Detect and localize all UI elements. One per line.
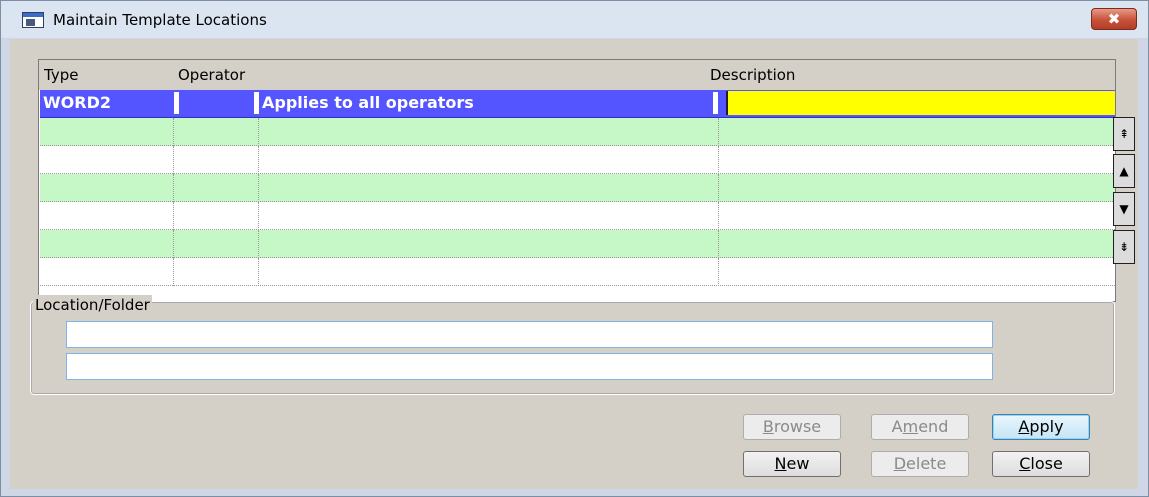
arrow-up-icon: ▲ (1119, 164, 1129, 178)
cell-operator[interactable] (180, 91, 252, 115)
column-header-operator: Operator (178, 66, 246, 84)
table-row[interactable] (40, 174, 1115, 202)
arrow-down-icon: ▼ (1119, 202, 1129, 216)
scroll-first-button[interactable]: ⇞ (1113, 117, 1135, 151)
table-row[interactable] (40, 118, 1115, 146)
cell-description[interactable] (726, 91, 1115, 115)
new-button[interactable]: New (743, 451, 841, 477)
double-chevron-up-icon: ⇞ (1118, 127, 1130, 141)
column-header-description: Description (710, 66, 796, 84)
dialog-window: Maintain Template Locations ✖ Type Opera… (0, 0, 1149, 497)
window-icon (22, 12, 44, 28)
cell-location[interactable]: Applies to all operators (262, 91, 474, 115)
scroll-up-button[interactable]: ▲ (1113, 154, 1135, 188)
location-folder-field-1[interactable] (66, 321, 993, 348)
dialog-client-area: Type Operator Description WORD2 Applies … (10, 39, 1138, 489)
window-title: Maintain Template Locations (53, 11, 267, 29)
browse-button[interactable]: Browse (743, 414, 841, 440)
locations-grid[interactable]: Type Operator Description WORD2 Applies … (38, 59, 1116, 302)
close-window-button[interactable]: ✖ (1091, 8, 1137, 30)
grid-header: Type Operator Description (39, 60, 1115, 90)
close-icon: ✖ (1107, 10, 1121, 28)
column-header-type: Type (44, 66, 79, 84)
apply-button[interactable]: Apply (992, 414, 1090, 440)
scroll-down-button[interactable]: ▼ (1113, 192, 1135, 226)
table-row-selected[interactable]: WORD2 Applies to all operators (40, 90, 1115, 118)
amend-button[interactable]: Amend (871, 414, 969, 440)
double-chevron-down-icon: ⇟ (1118, 240, 1130, 254)
location-folder-label: Location/Folder (33, 295, 152, 315)
scroll-last-button[interactable]: ⇟ (1113, 230, 1135, 264)
title-bar[interactable]: Maintain Template Locations ✖ (1, 1, 1148, 38)
close-button[interactable]: Close (992, 451, 1090, 477)
location-folder-group (30, 301, 1115, 395)
table-row[interactable] (40, 202, 1115, 230)
table-row[interactable] (40, 258, 1115, 286)
location-folder-field-2[interactable] (66, 353, 993, 380)
delete-button[interactable]: Delete (871, 451, 969, 477)
table-row[interactable] (40, 146, 1115, 174)
cell-type[interactable]: WORD2 (43, 91, 111, 115)
table-row[interactable] (40, 230, 1115, 258)
